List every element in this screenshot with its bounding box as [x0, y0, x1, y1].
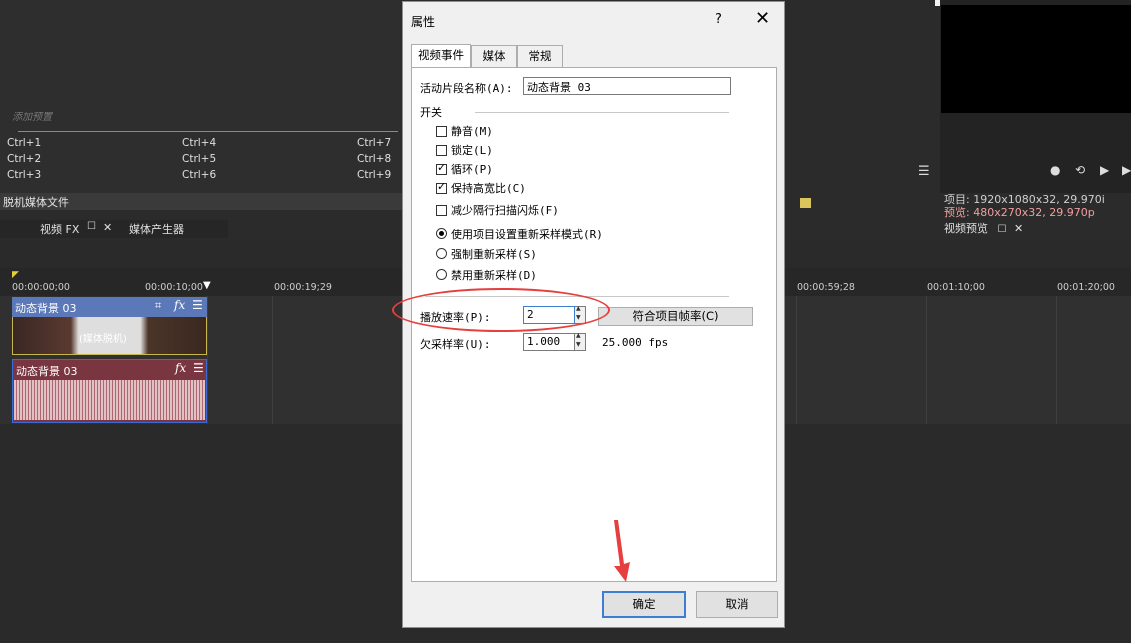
mute-label: 静音(M) [451, 125, 493, 138]
keep-aspect-checkbox[interactable] [436, 180, 447, 194]
preset-key[interactable]: Ctrl+8 [357, 153, 391, 165]
fx-icon[interactable]: fx [174, 298, 185, 312]
preset-divider [18, 131, 398, 132]
loop-label: 循环(P) [451, 163, 493, 176]
resample-force-label: 强制重新采样(S) [451, 248, 537, 261]
cancel-button[interactable]: 取消 [696, 591, 778, 618]
menu-icon[interactable]: ☰ [192, 298, 203, 312]
fps-readout: 25.000 fps [602, 336, 669, 349]
maximize-icon[interactable]: ☐ [998, 224, 1007, 235]
timecode-label: 00:00:59;28 [797, 282, 855, 293]
lock-checkbox[interactable] [436, 145, 447, 156]
preset-key[interactable]: Ctrl+6 [182, 169, 216, 181]
reduce-flicker-label: 减少隔行扫描闪烁(F) [451, 204, 559, 217]
timecode-label: 00:00:10;00 [145, 282, 203, 293]
keep-aspect-label: 保持高宽比(C) [451, 182, 526, 195]
ok-button[interactable]: 确定 [602, 591, 686, 618]
undersample-stepper[interactable] [575, 332, 586, 351]
tab-general[interactable]: 常规 [517, 45, 563, 67]
grid-line [926, 296, 927, 424]
undersample-input[interactable]: 1.000 [523, 333, 575, 351]
undersample-label: 欠采样率(U): [420, 338, 491, 351]
resample-disable-label: 禁用重新采样(D) [451, 269, 537, 282]
fx-icon[interactable]: fx [175, 361, 186, 375]
dock-tabstrip: 视频 FX ☐ ✕ 媒体产生器 [0, 220, 228, 238]
playhead-icon[interactable]: ▼ [203, 280, 211, 291]
preset-key[interactable]: Ctrl+9 [357, 169, 391, 181]
tab-media-generator[interactable]: 媒体产生器 [129, 221, 184, 237]
help-button[interactable]: ? [715, 12, 722, 27]
menu-icon[interactable]: ☰ [193, 361, 204, 375]
timecode-label: 00:00:00;00 [12, 282, 70, 293]
video-clip-title: 动态背景 03 [15, 302, 77, 315]
maximize-icon[interactable]: ☐ [87, 221, 96, 232]
video-clip-thumbnail: (媒体脱机) [13, 317, 206, 354]
clip-name-input[interactable]: 动态背景 03 [523, 77, 731, 95]
tab-video-fx[interactable]: 视频 FX [40, 221, 79, 237]
project-info: 项目: 1920x1080x32, 29.970i 预览: 480x270x32… [944, 193, 1105, 219]
preset-key[interactable]: Ctrl+3 [7, 169, 41, 181]
preset-key[interactable]: Ctrl+1 [7, 137, 41, 149]
resample-project-radio[interactable] [436, 228, 447, 239]
loop-checkbox[interactable] [436, 161, 447, 175]
switch-group-label: 开关 [420, 106, 442, 119]
clip-name-label: 活动片段名称(A): [420, 82, 513, 95]
tab-media[interactable]: 媒体 [471, 45, 517, 67]
tab-video-preview[interactable]: 视频预览 ☐ ✕ [944, 220, 1023, 236]
highlight-ellipse [392, 288, 610, 332]
resample-project-label: 使用项目设置重新采样模式(R) [451, 228, 603, 241]
timecode-label: 00:00:19;29 [274, 282, 332, 293]
resample-force-radio[interactable] [436, 248, 447, 259]
preview-toolbar: ☰ [785, 162, 935, 184]
menu-icon[interactable]: ☰ [918, 164, 930, 179]
timecode-label: 00:01:20;00 [1057, 282, 1115, 293]
preset-key[interactable]: Ctrl+5 [182, 153, 216, 165]
timecode-label: 00:01:10;00 [927, 282, 985, 293]
crop-icon[interactable]: ⌗ [155, 299, 161, 313]
group-divider [475, 112, 729, 113]
audio-waveform [14, 380, 205, 420]
project-line: 项目: 1920x1080x32, 29.970i [944, 193, 1105, 206]
resample-disable-radio[interactable] [436, 269, 447, 280]
media-offline-label: (媒体脱机) [79, 334, 127, 345]
loop-icon[interactable]: ⟲ [1075, 163, 1085, 177]
lock-label: 锁定(L) [451, 144, 493, 157]
tab-video-event[interactable]: 视频事件 [411, 44, 471, 68]
offline-media-label: 脱机媒体文件 [3, 196, 69, 209]
preset-key[interactable]: Ctrl+2 [7, 153, 41, 165]
play-icon[interactable]: ▶ [1122, 163, 1131, 177]
play-start-icon[interactable]: ▶ [1100, 163, 1109, 177]
dialog-title: 属性 [411, 15, 436, 29]
close-button[interactable]: ✕ [755, 8, 770, 29]
offline-media-bar: 脱机媒体文件 [0, 193, 403, 210]
preset-key[interactable]: Ctrl+7 [357, 137, 391, 149]
grid-line [1056, 296, 1057, 424]
settings-icon[interactable] [800, 198, 811, 208]
record-icon[interactable]: ● [1050, 163, 1060, 177]
video-clip-header[interactable]: 动态背景 03 ⌗ fx ☰ [12, 297, 207, 317]
preset-hint: 添加预置 [12, 112, 52, 123]
preset-key[interactable]: Ctrl+4 [182, 137, 216, 149]
close-icon[interactable]: ✕ [103, 221, 112, 234]
audio-clip-title: 动态背景 03 [16, 365, 78, 378]
close-icon[interactable]: ✕ [1014, 222, 1023, 235]
grid-line [796, 296, 797, 424]
mute-checkbox[interactable] [436, 126, 447, 137]
grid-line [272, 296, 273, 424]
preview-line: 预览: 480x270x32, 29.970p [944, 206, 1095, 219]
reduce-flicker-checkbox[interactable] [436, 205, 447, 216]
playhead-line [207, 296, 208, 424]
video-preview-label: 视频预览 [944, 222, 988, 235]
video-preview-screen [941, 5, 1131, 113]
match-project-fps-button[interactable]: 符合项目帧率(C) [598, 307, 753, 326]
marker-icon[interactable]: ◤ [12, 270, 19, 280]
pointer-arrow-icon [614, 520, 630, 582]
